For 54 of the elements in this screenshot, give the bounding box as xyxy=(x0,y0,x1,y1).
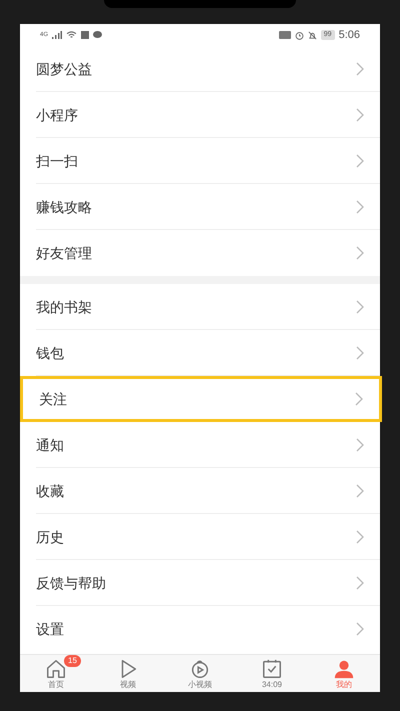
chevron-right-icon xyxy=(355,392,363,406)
menu-label: 关注 xyxy=(39,390,67,408)
signal-icon xyxy=(52,31,62,39)
chevron-right-icon xyxy=(356,108,364,122)
menu-label: 圆梦公益 xyxy=(36,60,92,78)
menu-label: 钱包 xyxy=(36,344,64,362)
menu-label: 设置 xyxy=(36,620,64,638)
menu-label: 反馈与帮助 xyxy=(36,574,106,592)
menu-label: 扫一扫 xyxy=(36,152,78,170)
chevron-right-icon xyxy=(356,484,364,498)
tab-bar-item[interactable]: 视频 xyxy=(92,655,164,692)
bell-off-icon xyxy=(308,30,317,40)
chevron-right-icon xyxy=(356,346,364,360)
chevron-right-icon xyxy=(356,200,364,214)
menu-row[interactable]: 收藏 xyxy=(20,468,380,514)
chevron-right-icon xyxy=(356,246,364,260)
menu-label: 好友管理 xyxy=(36,244,92,262)
person-icon xyxy=(333,658,355,680)
menu-row[interactable]: 小程序 xyxy=(20,92,380,138)
wifi-icon xyxy=(66,31,78,39)
tab-bar-item[interactable]: 小视频 xyxy=(164,655,236,692)
menu-row[interactable]: 通知 xyxy=(20,422,380,468)
chevron-right-icon xyxy=(356,576,364,590)
calendar-check-icon xyxy=(261,658,283,680)
clock-time: 5:06 xyxy=(338,28,360,43)
badge-count: 15 xyxy=(64,655,81,667)
menu-label: 通知 xyxy=(36,436,64,454)
tab-bar-item[interactable]: 首页 15 xyxy=(20,655,92,692)
chevron-right-icon xyxy=(356,438,364,452)
chevron-right-icon xyxy=(356,622,364,636)
menu-row[interactable]: 钱包 xyxy=(20,330,380,376)
menu-row[interactable]: 扫一扫 xyxy=(20,138,380,184)
menu-row[interactable]: 历史 xyxy=(20,514,380,560)
menu-row[interactable]: 反馈与帮助 xyxy=(20,560,380,606)
menu-label: 小程序 xyxy=(36,106,78,124)
square-icon xyxy=(81,31,90,39)
chevron-right-icon xyxy=(356,62,364,76)
play-circle-icon xyxy=(189,658,211,680)
home-icon xyxy=(45,658,67,680)
menu-label: 历史 xyxy=(36,528,64,546)
menu-row[interactable]: 好友管理 xyxy=(20,230,380,276)
menu-row[interactable]: 关注 xyxy=(20,376,382,422)
chevron-right-icon xyxy=(356,530,364,544)
alarm-icon xyxy=(294,30,304,40)
menu-row[interactable]: 我的书架 xyxy=(20,284,380,330)
menu-row[interactable]: 赚钱攻略 xyxy=(20,184,380,230)
tab-bar-item[interactable]: 34:09 xyxy=(236,655,308,692)
menu-label: 赚钱攻略 xyxy=(36,198,92,216)
menu-row[interactable]: 圆梦公益 xyxy=(20,46,380,92)
chevron-right-icon xyxy=(356,154,364,168)
menu-row[interactable]: 设置 xyxy=(20,606,380,652)
menu-label: 收藏 xyxy=(36,482,64,500)
chevron-right-icon xyxy=(356,300,364,314)
menu-label: 我的书架 xyxy=(36,298,92,316)
